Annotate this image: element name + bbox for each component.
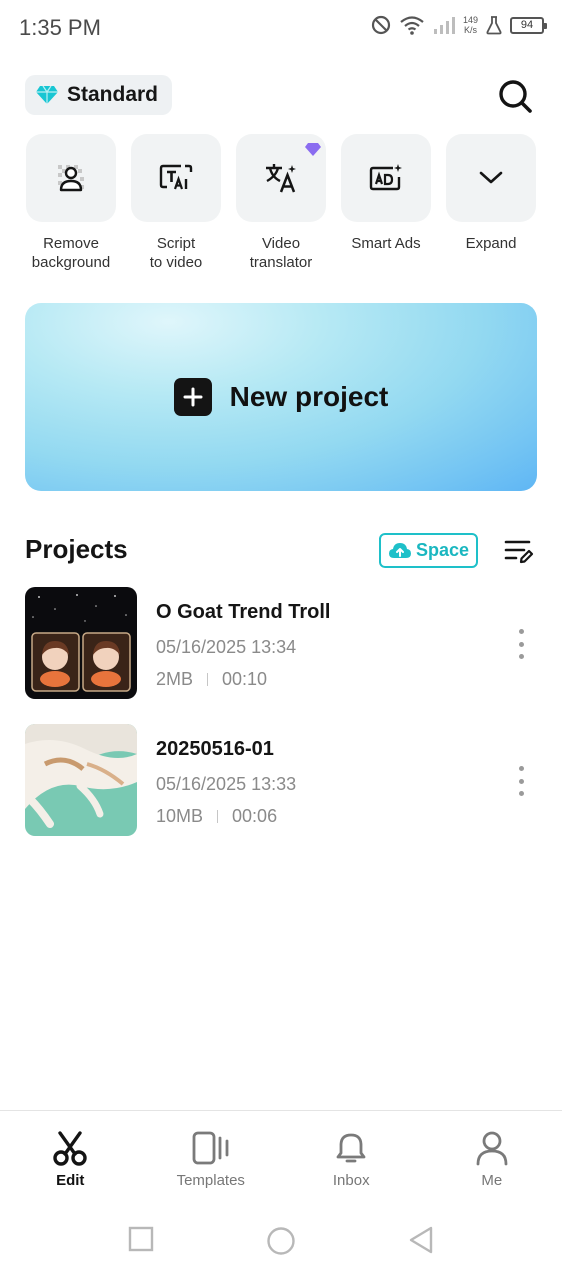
network-speed-value: 149: [462, 15, 478, 25]
remove-background-icon: [58, 165, 84, 192]
signal-icon: [433, 17, 455, 34]
tab-templates[interactable]: Templates: [141, 1111, 282, 1200]
tool-tile: [236, 134, 326, 222]
tab-label: Inbox: [332, 1172, 370, 1189]
script-to-video-icon: [159, 164, 193, 190]
cloud-upload-icon: [388, 542, 411, 558]
flask-icon: [486, 16, 502, 35]
new-project-button[interactable]: New project: [25, 303, 537, 491]
pro-diamond-icon: [305, 143, 321, 156]
back-icon[interactable]: [408, 1226, 434, 1254]
home-icon[interactable]: [266, 1226, 296, 1256]
manage-projects-button[interactable]: [504, 538, 534, 566]
bell-icon: [336, 1133, 366, 1163]
plan-label: Standard: [67, 83, 159, 106]
tool-video-translator[interactable]: Video translator: [235, 134, 327, 272]
diamond-icon: [36, 85, 58, 104]
status-bar: 1:35 PM 149 K/s 94: [0, 0, 562, 58]
templates-icon: [192, 1131, 229, 1165]
space-button[interactable]: Space: [379, 533, 478, 568]
project-meta: 10MB 00:06: [156, 806, 277, 827]
wifi-icon: [400, 16, 424, 35]
network-speed: 149 K/s: [463, 15, 478, 35]
tab-label: Edit: [56, 1172, 85, 1189]
tab-me[interactable]: Me: [422, 1111, 562, 1200]
project-thumbnail: [25, 587, 137, 699]
tool-label: Expand: [465, 235, 517, 252]
tool-label: Script to video: [149, 235, 203, 271]
plan-badge[interactable]: Standard: [25, 75, 173, 115]
search-icon: [499, 80, 532, 113]
do-not-disturb-icon: [371, 15, 391, 35]
tool-label: Remove background: [31, 235, 111, 271]
project-size: 10MB: [156, 806, 204, 826]
tab-label: Templates: [176, 1172, 245, 1189]
recents-icon[interactable]: [128, 1226, 154, 1252]
list-edit-icon: [504, 540, 534, 564]
new-project-label: New project: [229, 381, 389, 412]
tab-edit[interactable]: Edit: [0, 1111, 141, 1200]
system-navigation: [0, 1200, 562, 1280]
project-duration: 00:06: [232, 806, 278, 826]
status-icons: 149 K/s 94: [371, 15, 547, 35]
search-button[interactable]: [497, 78, 533, 114]
scissors-icon: [53, 1131, 87, 1166]
more-options-icon[interactable]: [513, 766, 529, 796]
project-item[interactable]: 20250516-01 05/16/2025 13:33 10MB 00:06: [25, 724, 537, 836]
project-name: O Goat Trend Troll: [156, 601, 331, 623]
tool-remove-background[interactable]: Remove background: [25, 134, 117, 272]
project-name: 20250516-01: [156, 738, 274, 760]
tool-shortcuts: Remove background Script to video Video …: [25, 134, 537, 272]
tool-tile: [341, 134, 431, 222]
tool-label: Video translator: [249, 235, 313, 271]
smart-ads-icon: [369, 164, 402, 191]
translate-icon: [266, 164, 296, 193]
project-date: 05/16/2025 13:34: [156, 637, 297, 657]
divider: [217, 810, 219, 823]
project-thumbnail: [25, 724, 137, 836]
status-time: 1:35 PM: [19, 15, 101, 40]
projects-title: Projects: [25, 534, 128, 564]
project-meta: 2MB 00:10: [156, 669, 267, 690]
divider: [207, 673, 209, 686]
project-date: 05/16/2025 13:33: [156, 774, 297, 794]
tool-smart-ads[interactable]: Smart Ads: [340, 134, 432, 272]
plus-icon: [173, 378, 212, 416]
tool-tile: [131, 134, 221, 222]
chevron-down-icon: [479, 171, 503, 184]
more-options-icon[interactable]: [513, 629, 529, 659]
project-duration: 00:10: [222, 669, 268, 689]
tool-label: Smart Ads: [351, 235, 421, 252]
tab-inbox[interactable]: Inbox: [281, 1111, 422, 1200]
tool-tile: [26, 134, 116, 222]
project-item[interactable]: O Goat Trend Troll 05/16/2025 13:34 2MB …: [25, 587, 537, 699]
tool-script-to-video[interactable]: Script to video: [130, 134, 222, 272]
space-label: Space: [415, 540, 470, 560]
person-icon: [476, 1131, 508, 1166]
battery-indicator: 94: [510, 16, 547, 34]
network-speed-unit: K/s: [463, 25, 477, 35]
project-size: 2MB: [156, 669, 194, 689]
tab-label: Me: [481, 1172, 503, 1189]
bottom-navigation: Edit Templates Inbox Me: [0, 1110, 562, 1200]
tool-expand[interactable]: Expand: [445, 134, 537, 272]
tool-tile: [446, 134, 536, 222]
